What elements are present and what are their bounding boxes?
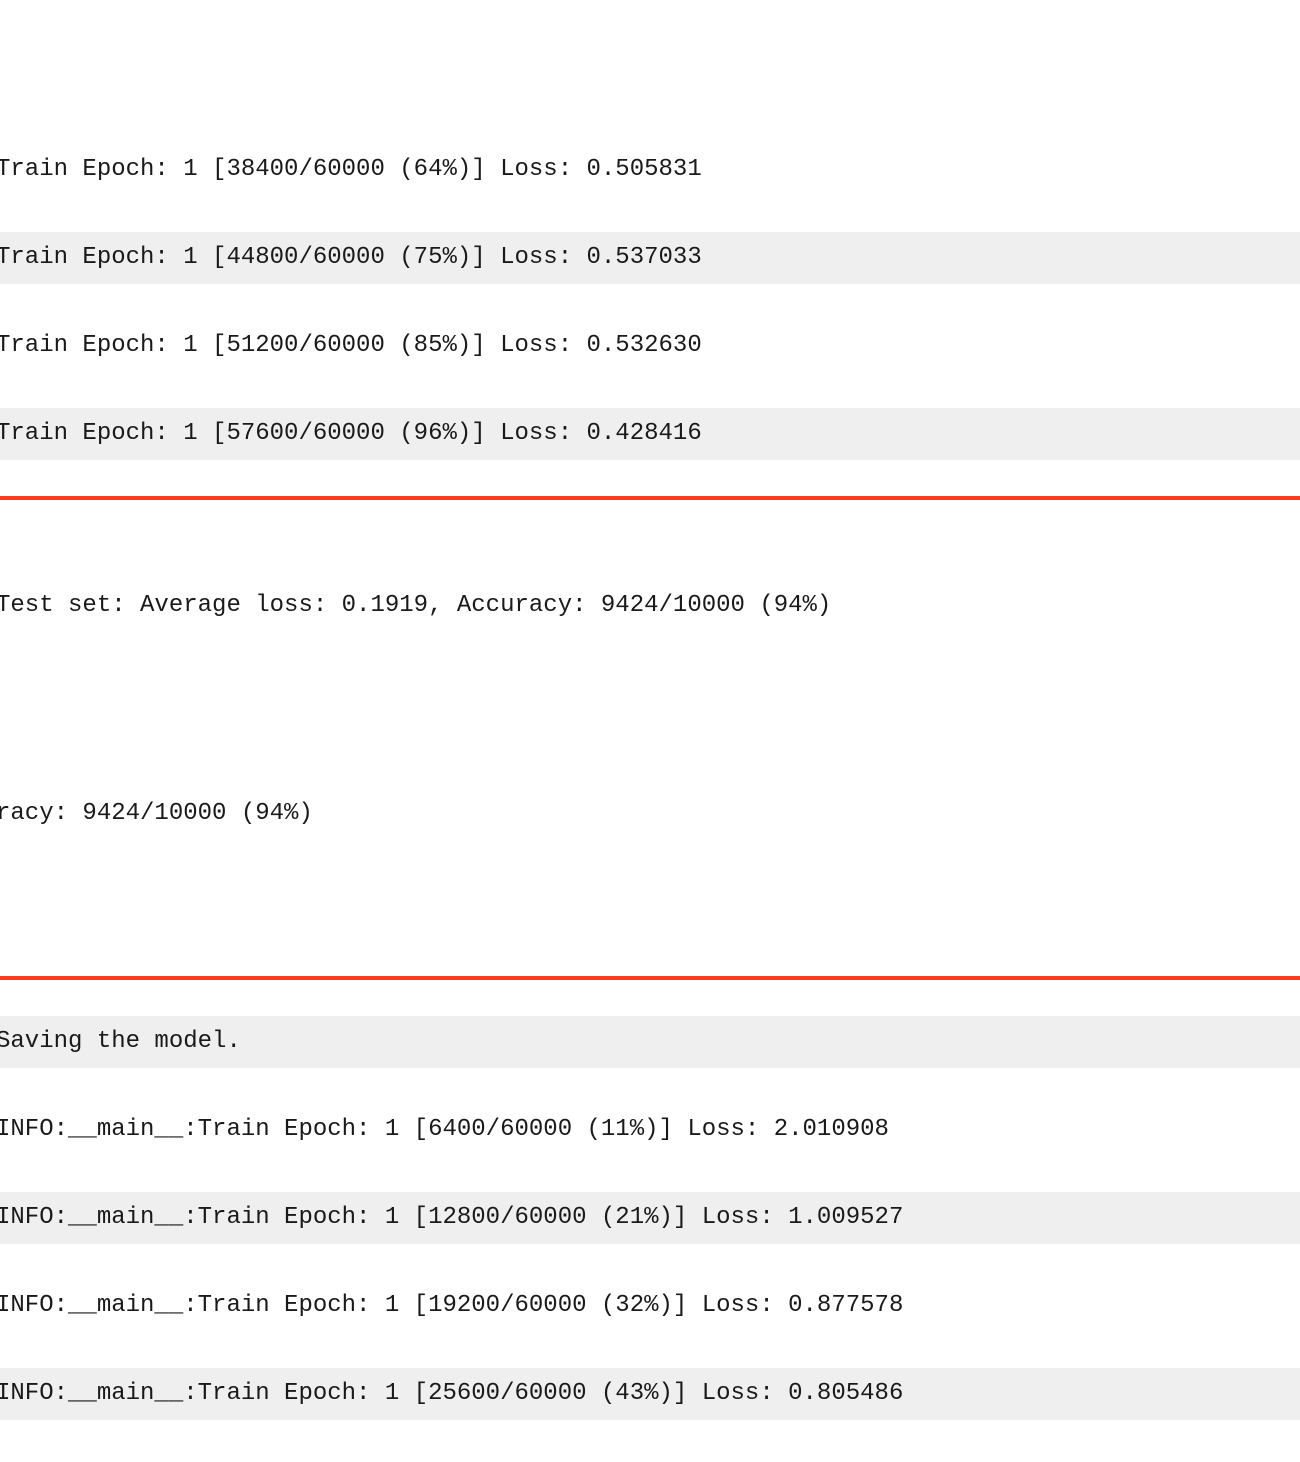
log-line-test-results: Test set: Average loss: 0.1919, Accuracy…: [0, 584, 1300, 628]
log-line-train: Train Epoch: 1 [44800/60000 (75%)] Loss:…: [0, 232, 1300, 284]
log-line-train: Train Epoch: 1 [51200/60000 (85%)] Loss:…: [0, 320, 1300, 372]
log-line-accuracy-fragment: racy: 9424/10000 (94%): [0, 792, 1300, 836]
log-line-info-train: INFO:__main__:Train Epoch: 1 [6400/60000…: [0, 1104, 1300, 1156]
log-line-info-train: INFO:__main__:Train Epoch: 1 [19200/6000…: [0, 1280, 1300, 1332]
log-line-info-train: INFO:__main__:Train Epoch: 1 [25600/6000…: [0, 1368, 1300, 1420]
log-line-saving: Saving the model.: [0, 1016, 1300, 1068]
log-line-train: Train Epoch: 1 [57600/60000 (96%)] Loss:…: [0, 408, 1300, 460]
log-line-train: Train Epoch: 1 [38400/60000 (64%)] Loss:…: [0, 144, 1300, 196]
log-line-info-train: INFO:__main__:Train Epoch: 1 [12800/6000…: [0, 1192, 1300, 1244]
highlight-annotation-box: Test set: Average loss: 0.1919, Accuracy…: [0, 496, 1300, 980]
